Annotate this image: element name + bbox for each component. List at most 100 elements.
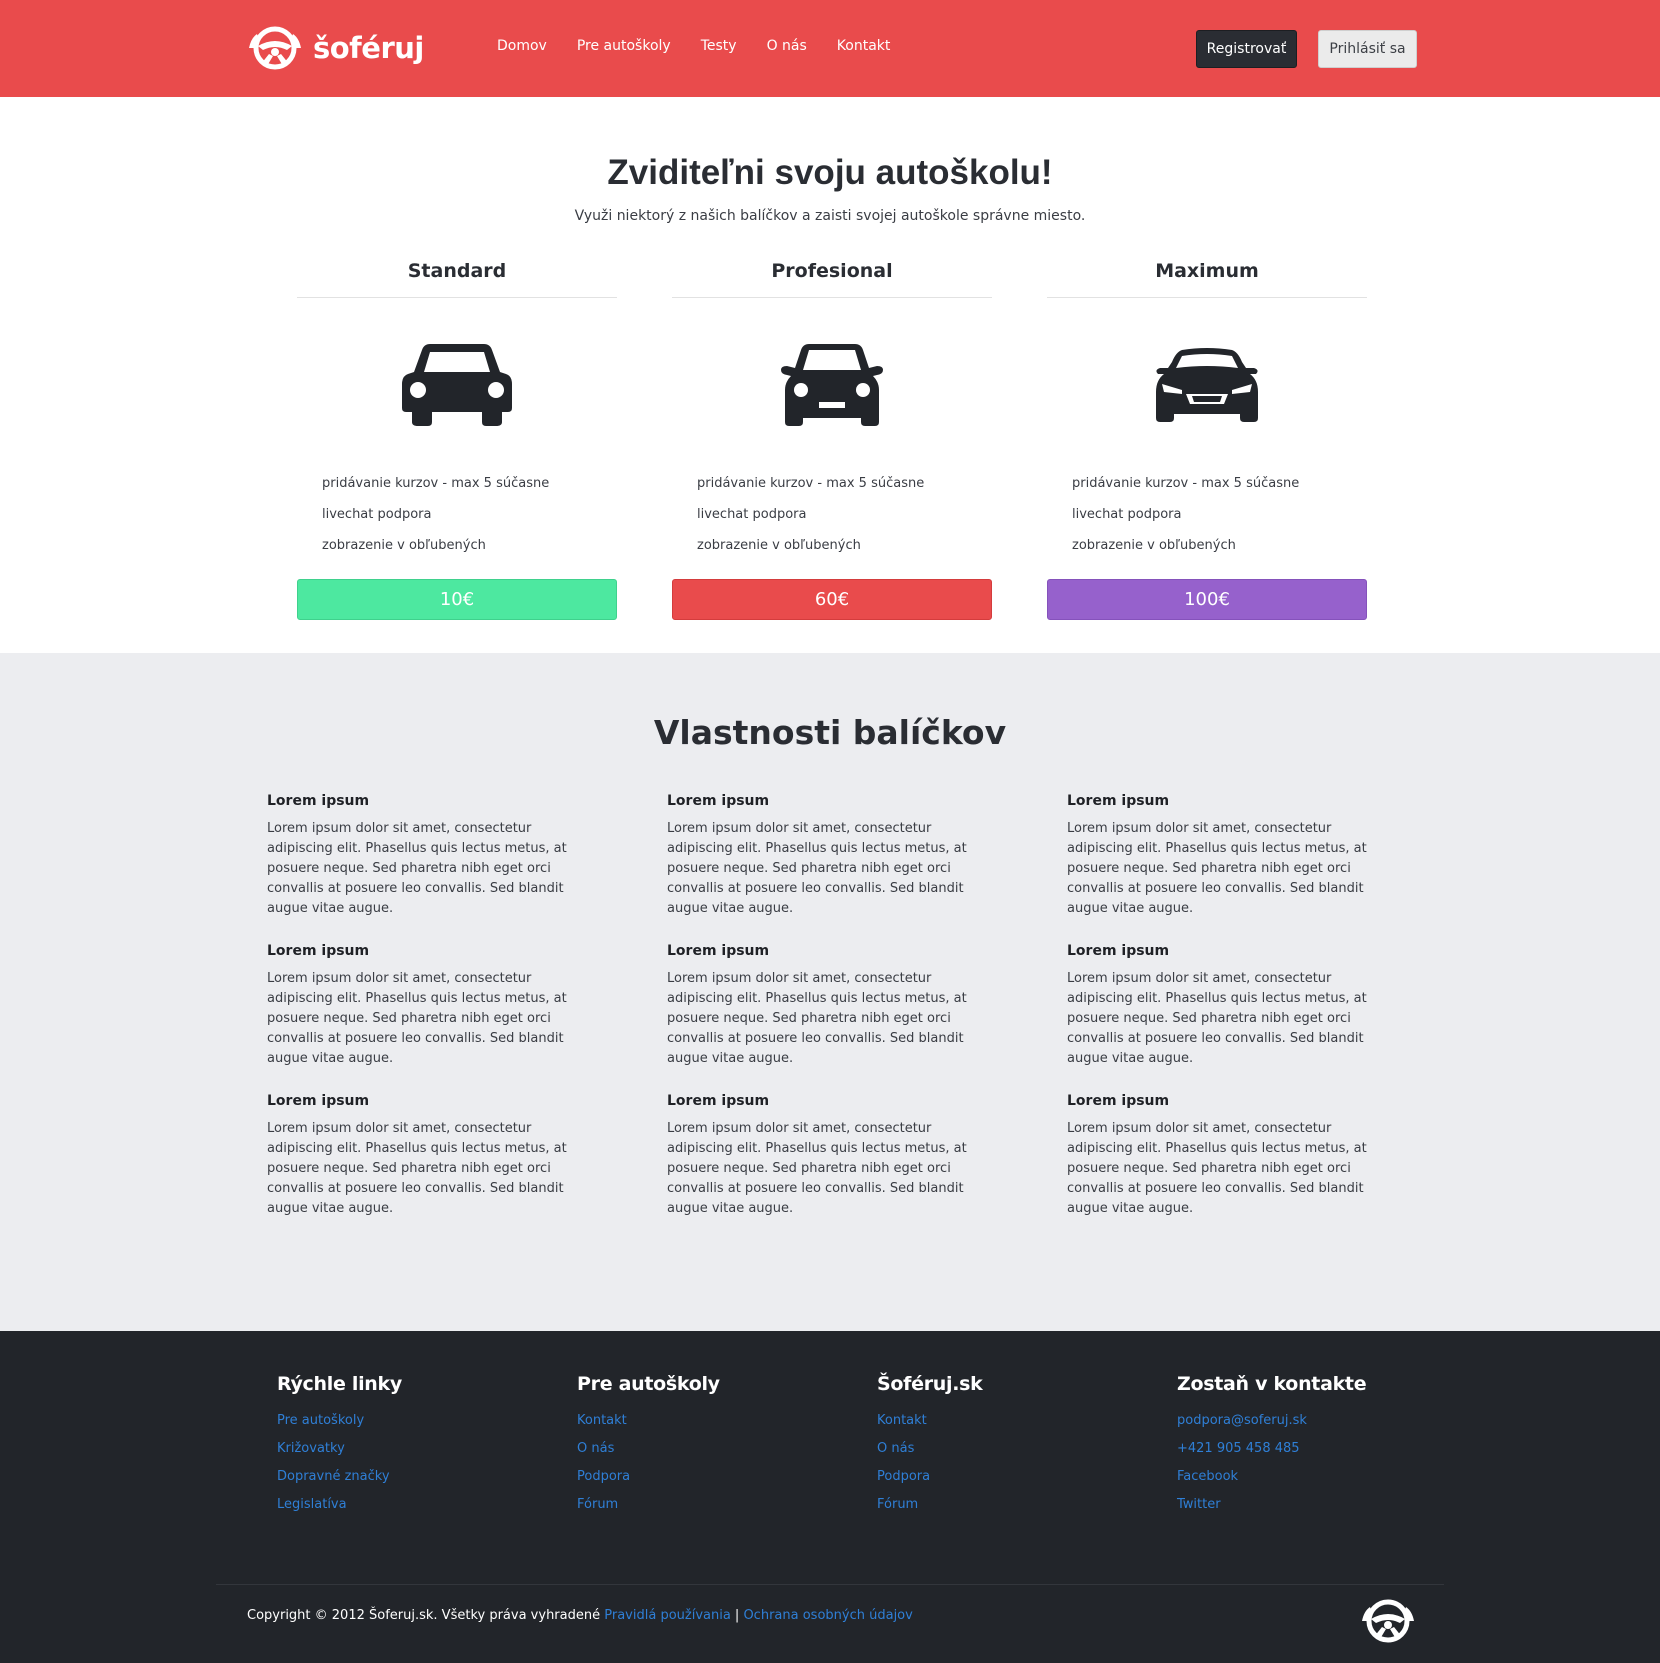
- copyright: Copyright © 2012 Šoferuj.sk. Všetky práv…: [247, 1608, 913, 1623]
- footer-twitter-link[interactable]: Twitter: [1177, 1497, 1437, 1525]
- footer-facebook-link[interactable]: Facebook: [1177, 1469, 1437, 1497]
- plan-feature: livechat podpora: [697, 507, 807, 522]
- plan-profesional: Profesional pridávanie kurzov - max 5 sú…: [672, 256, 992, 620]
- features-title: Vlastnosti balíčkov: [653, 713, 1007, 752]
- hero-title-bold: Zviditeľni: [607, 153, 765, 192]
- feature-text: Lorem ipsum dolor sit amet, consectetur …: [1067, 821, 1367, 916]
- plan-feature: zobrazenie v obľubených: [1072, 538, 1236, 553]
- feature-title: Lorem ipsum: [667, 1093, 770, 1109]
- feature-item: Lorem ipsum Lorem ipsum dolor sit amet, …: [1067, 793, 1397, 919]
- footer-link[interactable]: Pre autoškoly: [277, 1413, 537, 1441]
- hero-title-rest: svoju autoškolu!: [764, 153, 1053, 192]
- logo[interactable]: šoféruj: [247, 26, 424, 70]
- login-button[interactable]: Prihlásiť sa: [1318, 30, 1417, 68]
- nav-item-domov[interactable]: Domov: [497, 38, 547, 54]
- plan-name: Maximum: [1047, 256, 1367, 298]
- footer-column-title: Pre autoškoly: [577, 1373, 720, 1395]
- hero-subtitle: Využi niektorý z našich balíčkov a zaist…: [574, 208, 1086, 224]
- separator: |: [730, 1608, 744, 1623]
- copyright-text: Copyright © 2012 Šoferuj.sk. Všetky práv…: [247, 1608, 605, 1623]
- feature-text: Lorem ipsum dolor sit amet, consectetur …: [267, 971, 567, 1066]
- steering-wheel-icon: [249, 26, 301, 70]
- brand-name: šoféruj: [313, 31, 424, 65]
- price-button-profesional[interactable]: 60€: [672, 579, 992, 620]
- footer-link[interactable]: Kontakt: [577, 1413, 837, 1441]
- feature-text: Lorem ipsum dolor sit amet, consectetur …: [267, 821, 567, 916]
- nav-item-testy[interactable]: Testy: [701, 38, 737, 54]
- plan-feature: livechat podpora: [1072, 507, 1182, 522]
- feature-item: Lorem ipsum Lorem ipsum dolor sit amet, …: [667, 943, 997, 1069]
- footer-link[interactable]: O nás: [877, 1441, 1137, 1469]
- feature-title: Lorem ipsum: [267, 943, 370, 959]
- footer-column-soferuj: Šoféruj.sk Kontakt O nás Podpora Fórum: [877, 1373, 1137, 1525]
- feature-title: Lorem ipsum: [267, 793, 370, 809]
- feature-text: Lorem ipsum dolor sit amet, consectetur …: [667, 971, 967, 1066]
- plan-feature: pridávanie kurzov - max 5 súčasne: [322, 476, 550, 491]
- footer-link[interactable]: Fórum: [577, 1497, 837, 1525]
- site-footer: Rýchle linky Pre autoškoly Križovatky Do…: [0, 1331, 1660, 1663]
- footer-link[interactable]: O nás: [577, 1441, 837, 1469]
- plan-features: pridávanie kurzov - max 5 súčasne livech…: [297, 476, 617, 569]
- price-button-standard[interactable]: 10€: [297, 579, 617, 620]
- feature-item: Lorem ipsum Lorem ipsum dolor sit amet, …: [267, 1093, 597, 1219]
- hero-title: Zviditeľni svoju autoškolu!: [0, 153, 1660, 193]
- plan-features: pridávanie kurzov - max 5 súčasne livech…: [672, 476, 992, 569]
- plan-feature: zobrazenie v obľubených: [322, 538, 486, 553]
- main-nav: Domov Pre autoškoly Testy O nás Kontakt: [497, 38, 890, 54]
- footer-link[interactable]: Podpora: [577, 1469, 837, 1497]
- steering-wheel-icon: [1362, 1599, 1414, 1643]
- feature-title: Lorem ipsum: [667, 793, 770, 809]
- feature-title: Lorem ipsum: [267, 1093, 370, 1109]
- nav-item-kontakt[interactable]: Kontakt: [837, 38, 891, 54]
- car-icon: [402, 344, 512, 426]
- plan-feature: zobrazenie v obľubených: [697, 538, 861, 553]
- plan-features: pridávanie kurzov - max 5 súčasne livech…: [1047, 476, 1367, 569]
- plan-standard: Standard pridávanie kurzov - max 5 súčas…: [297, 256, 617, 620]
- plan-feature: pridávanie kurzov - max 5 súčasne: [1072, 476, 1300, 491]
- plan-maximum: Maximum pridávanie kurzov - max 5 súčasn…: [1047, 256, 1367, 620]
- feature-text: Lorem ipsum dolor sit amet, consectetur …: [667, 1121, 967, 1216]
- terms-link[interactable]: Pravidlá používania: [604, 1608, 731, 1623]
- footer-phone-link[interactable]: +421 905 458 485: [1177, 1441, 1437, 1469]
- feature-text: Lorem ipsum dolor sit amet, consectetur …: [1067, 971, 1367, 1066]
- footer-link[interactable]: Križovatky: [277, 1441, 537, 1469]
- privacy-link[interactable]: Ochrana osobných údajov: [743, 1608, 912, 1623]
- nav-item-pre-autoskoly[interactable]: Pre autoškoly: [577, 38, 671, 54]
- feature-item: Lorem ipsum Lorem ipsum dolor sit amet, …: [267, 793, 597, 919]
- feature-title: Lorem ipsum: [1067, 793, 1170, 809]
- feature-item: Lorem ipsum Lorem ipsum dolor sit amet, …: [267, 943, 597, 1069]
- feature-title: Lorem ipsum: [667, 943, 770, 959]
- feature-title: Lorem ipsum: [1067, 1093, 1170, 1109]
- register-button[interactable]: Registrovať: [1196, 30, 1297, 68]
- footer-link[interactable]: Fórum: [877, 1497, 1137, 1525]
- nav-item-o-nas[interactable]: O nás: [767, 38, 807, 54]
- footer-email-link[interactable]: podpora@soferuj.sk: [1177, 1413, 1437, 1441]
- footer-column-title: Rýchle linky: [277, 1373, 402, 1395]
- car-front-icon: [781, 344, 883, 426]
- footer-link[interactable]: Dopravné značky: [277, 1469, 537, 1497]
- feature-title: Lorem ipsum: [1067, 943, 1170, 959]
- feature-item: Lorem ipsum Lorem ipsum dolor sit amet, …: [1067, 943, 1397, 1069]
- footer-link[interactable]: Kontakt: [877, 1413, 1137, 1441]
- plan-feature: pridávanie kurzov - max 5 súčasne: [697, 476, 925, 491]
- footer-divider: [216, 1584, 1444, 1585]
- plan-feature: livechat podpora: [322, 507, 432, 522]
- footer-column-title: Zostaň v kontakte: [1177, 1373, 1367, 1395]
- price-button-maximum[interactable]: 100€: [1047, 579, 1367, 620]
- footer-link[interactable]: Podpora: [877, 1469, 1137, 1497]
- feature-text: Lorem ipsum dolor sit amet, consectetur …: [267, 1121, 567, 1216]
- footer-link[interactable]: Legislatíva: [277, 1497, 537, 1525]
- feature-text: Lorem ipsum dolor sit amet, consectetur …: [667, 821, 967, 916]
- footer-column-title: Šoféruj.sk: [877, 1373, 983, 1395]
- footer-column-quick-links: Rýchle linky Pre autoškoly Križovatky Do…: [277, 1373, 537, 1525]
- plan-name: Standard: [297, 256, 617, 298]
- feature-item: Lorem ipsum Lorem ipsum dolor sit amet, …: [1067, 1093, 1397, 1219]
- footer-column-for-schools: Pre autoškoly Kontakt O nás Podpora Fóru…: [577, 1373, 837, 1525]
- footer-column-contact: Zostaň v kontakte podpora@soferuj.sk +42…: [1177, 1373, 1437, 1525]
- sports-car-icon: [1156, 348, 1258, 422]
- plan-name: Profesional: [672, 256, 992, 298]
- feature-item: Lorem ipsum Lorem ipsum dolor sit amet, …: [667, 1093, 997, 1219]
- feature-item: Lorem ipsum Lorem ipsum dolor sit amet, …: [667, 793, 997, 919]
- site-header: šoféruj Domov Pre autoškoly Testy O nás …: [0, 0, 1660, 97]
- features-section: Vlastnosti balíčkov Lorem ipsum Lorem ip…: [0, 653, 1660, 1331]
